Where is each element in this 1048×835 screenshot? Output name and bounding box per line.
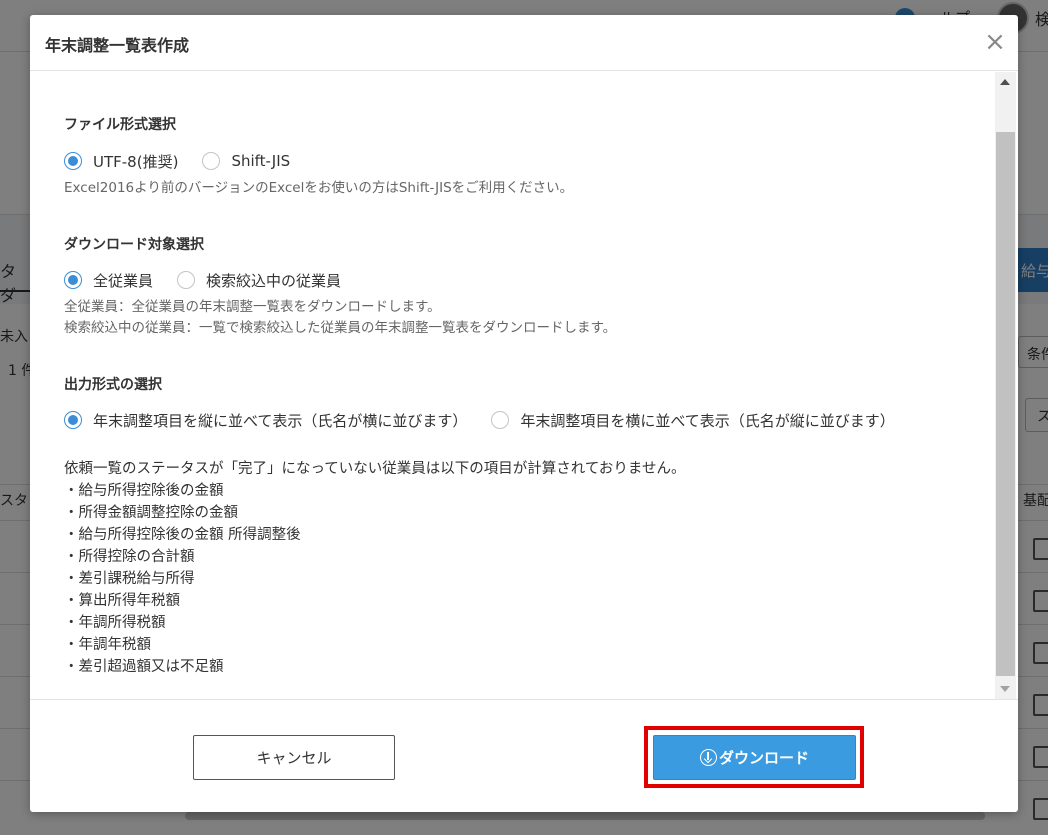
file-format-note: Excel2016より前のバージョンのExcelをお使いの方はShift-JIS… [64, 180, 574, 196]
year-end-summary-dialog: 年末調整一覧表作成 × ファイル形式選択 UTF-8(推奨) Shift-JIS… [30, 15, 1018, 812]
file-format-title: ファイル形式選択 [64, 117, 176, 133]
radio-utf8-label: UTF-8(推奨) [93, 152, 179, 171]
radio-shift-jis[interactable]: Shift-JIS [202, 152, 290, 170]
radio-vertical-items[interactable]: 年末調整項目を縦に並べて表示（氏名が横に並びます） [64, 410, 467, 431]
download-button[interactable]: ダウンロード [653, 735, 856, 780]
radio-utf8[interactable]: UTF-8(推奨) [64, 151, 178, 172]
radio-shift-jis-control[interactable] [202, 152, 221, 170]
info-item: ・差引課税給与所得 [64, 571, 195, 587]
radio-horizontal-items-control[interactable] [491, 411, 510, 429]
info-item: ・差引超過額又は不足額 [64, 659, 224, 675]
radio-horizontal-items[interactable]: 年末調整項目を横に並べて表示（氏名が縦に並びます） [491, 410, 895, 431]
scroll-up-arrow-icon[interactable] [995, 72, 1016, 92]
radio-vertical-items-label: 年末調整項目を縦に並べて表示（氏名が横に並びます） [93, 411, 468, 430]
download-target-title: ダウンロード対象選択 [64, 237, 204, 253]
scrollbar-thumb[interactable] [996, 132, 1015, 676]
info-item: ・年調所得税額 [64, 615, 166, 631]
cancel-button[interactable]: キャンセル [193, 735, 395, 780]
info-item: ・所得金額調整控除の金額 [64, 505, 238, 521]
uncalculated-items-info: 依頼一覧のステータスが「完了」になっていない従業員は以下の項目が計算されておりま… [64, 458, 685, 678]
radio-utf8-control[interactable] [64, 152, 82, 170]
download-circle-icon [699, 749, 717, 766]
output-format-radio-group: 年末調整項目を縦に並べて表示（氏名が横に並びます） 年末調整項目を横に並べて表示… [64, 409, 919, 431]
info-item: ・給与所得控除後の金額 所得調整後 [64, 527, 301, 543]
dialog-footer: キャンセル ダウンロード [30, 699, 1018, 812]
file-format-radio-group: UTF-8(推奨) Shift-JIS [64, 150, 314, 172]
close-icon[interactable]: × [983, 29, 1007, 55]
radio-shift-jis-label: Shift-JIS [231, 152, 291, 170]
output-format-title: 出力形式の選択 [64, 377, 162, 393]
radio-filtered-employees-control[interactable] [177, 271, 196, 289]
radio-all-employees[interactable]: 全従業員 [64, 270, 153, 291]
dialog-header: 年末調整一覧表作成 × [30, 15, 1018, 71]
download-target-note: 全従業員：全従業員の年末調整一覧表をダウンロードします。 [64, 299, 441, 315]
download-target-note: 検索絞込中の従業員：一覧で検索絞込した従業員の年末調整一覧表をダウンロードします… [64, 320, 617, 336]
radio-all-employees-label: 全従業員 [93, 271, 154, 290]
radio-all-employees-control[interactable] [64, 271, 82, 289]
info-item: ・所得控除の合計額 [64, 549, 195, 565]
info-intro: 依頼一覧のステータスが「完了」になっていない従業員は以下の項目が計算されておりま… [64, 461, 686, 477]
scroll-down-arrow-icon[interactable] [995, 679, 1016, 699]
dialog-title: 年末調整一覧表作成 [45, 36, 190, 55]
radio-filtered-employees-label: 検索絞込中の従業員 [206, 271, 342, 290]
info-item: ・給与所得控除後の金額 [64, 483, 224, 499]
download-target-radio-group: 全従業員 検索絞込中の従業員 [64, 269, 365, 291]
info-item: ・年調年税額 [64, 637, 151, 653]
dialog-body: ファイル形式選択 UTF-8(推奨) Shift-JIS Excel2016より… [30, 72, 1018, 699]
radio-filtered-employees[interactable]: 検索絞込中の従業員 [177, 270, 341, 291]
radio-horizontal-items-label: 年末調整項目を横に並べて表示（氏名が縦に並びます） [520, 411, 895, 430]
dialog-scrollbar[interactable] [995, 72, 1016, 699]
radio-vertical-items-control[interactable] [64, 411, 82, 429]
info-item: ・算出所得年税額 [64, 593, 180, 609]
download-button-label: ダウンロード [718, 750, 809, 767]
